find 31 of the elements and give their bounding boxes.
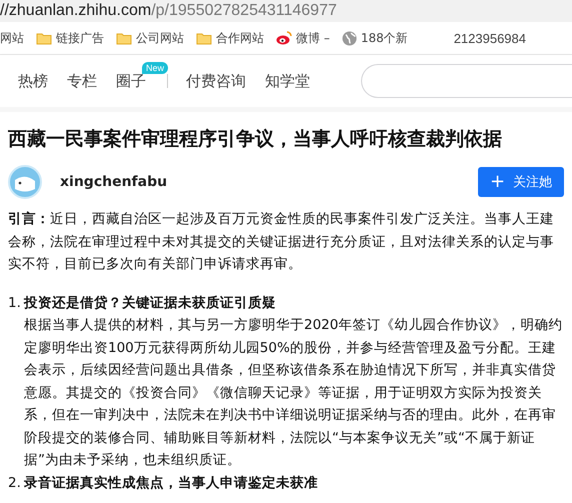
bookmark-link[interactable]: 网站 [0,30,24,46]
folder-icon [196,32,212,44]
new-badge: New [142,62,168,74]
bookmark-link[interactable]: 188个新 [360,30,408,46]
bookmark-link[interactable]: 合作网站 [216,30,264,46]
bookmark-link[interactable]: 微博 – [296,30,330,46]
list-number: 2. [8,474,22,492]
nav-tab[interactable]: 专栏 [67,72,97,90]
section-heading: 投资还是借贷？关键证据未获质证引质疑 [24,294,277,312]
nav-tab[interactable]: 付费咨询 [186,72,246,90]
url-host: //zhuanlan.zhihu.com [0,2,152,19]
section-paragraph: 根据当事人提供的材料，其与另一方廖明华于2020年签订《幼儿园合作协议》，明确约定廖明华出资100万元获得两所幼儿园50%的股份，并参与经营管理及盈亏分配。王建会表示，后续因经营问题出具借条，但坚称该借条系在胁迫情况下所写，并非真实借贷意愿。其提交的《投资合同》《微信聊天记录》等证据，用于证明双方实际为投资关系，但在一审判决中，法院未在判决书中详细说明证据采纳与否的理由。此外，在再审阶段提交的装修合同、辅助账目等新材料，法院以“与本案争议无关”或“不属于新证据”为由未予采纳，也未组织质证。 [24,316,564,470]
folder-icon [36,32,52,44]
author-name[interactable]: xingchenfabu [60,174,168,190]
search-field[interactable] [361,64,572,98]
section-heading: 录音证据真实性成焦点，当事人申请鉴定未获准 [24,474,318,492]
bookmark-link[interactable]: 2123956984 [454,30,526,46]
avatar-icon [8,165,42,199]
follow-button[interactable]: + 关注她 [478,167,564,197]
url-path: /p/1955027825431146977 [151,2,337,19]
address-bar[interactable]: //zhuanlan.zhihu.com/p/1955027825431146977 [0,0,572,22]
nav-tab[interactable]: 热榜 [18,72,48,90]
bookmark-link[interactable]: 链接广告 [56,30,104,46]
article-title: 西藏一民事案件审理程序引争议，当事人呼吁核查裁判依据 [8,127,503,152]
list-number: 1. [8,294,22,312]
intro-paragraph: 引言：近日，西藏自治区一起涉及百万元资金性质的民事案件引发广泛关注。当事人王建会称，法院在审理过程中未对其提交的关键证据进行充分质证，且对法律关系的认定与事实不符，目前已多次向有关部门申诉请求再审。 [8,210,555,274]
nav-tab[interactable]: 知学堂 [265,72,310,90]
folder-icon [116,32,132,44]
globe-icon [342,30,357,46]
nav-tab[interactable]: 圈子 [116,72,146,90]
bookmark-link[interactable]: 公司网站 [136,30,184,46]
